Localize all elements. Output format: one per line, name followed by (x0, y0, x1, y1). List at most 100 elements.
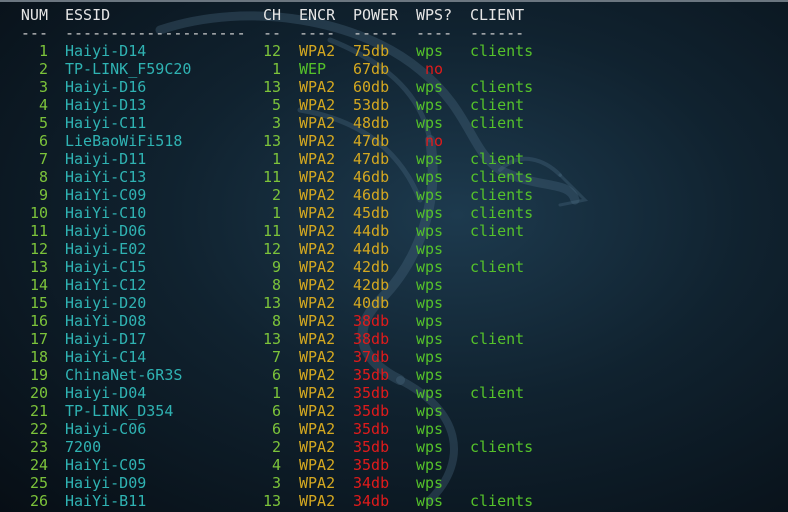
row-encr: WPA2 (299, 168, 336, 186)
row-encr: WPA2 (299, 402, 336, 420)
row-num: 6 (38, 132, 48, 150)
row-wps: wps (416, 492, 444, 510)
row-essid: Haiyi-D17 (65, 330, 147, 348)
row-ch: 7 (271, 348, 281, 366)
row-encr: WPA2 (299, 492, 336, 510)
row-essid: HaiYi-C14 (65, 348, 147, 366)
row-encr: WPA2 (299, 96, 336, 114)
table-row: 11 Haiyi-D06 11 WPA2 44db wps client (0, 222, 788, 240)
row-client: client (470, 96, 525, 114)
row-power: 35db (353, 402, 390, 420)
row-wps: wps (416, 384, 444, 402)
table-row: 23 7200 2 WPA2 35db wps clients (0, 438, 788, 456)
row-num: 2 (38, 60, 48, 78)
row-power: 46db (353, 168, 390, 186)
table-row: 12 Haiyi-E02 12 WPA2 44db wps (0, 240, 788, 258)
table-row: 19 ChinaNet-6R3S 6 WPA2 35db wps (0, 366, 788, 384)
table-row: 8 HaiYi-C13 11 WPA2 46db wps clients (0, 168, 788, 186)
separator-power: ----- (353, 24, 399, 42)
table-row: 4 Haiyi-D13 5 WPA2 53db wps client (0, 96, 788, 114)
separator-ch: -- (262, 24, 281, 42)
row-num: 23 (29, 438, 48, 456)
row-encr: WPA2 (299, 474, 336, 492)
row-ch: 6 (271, 420, 281, 438)
row-wps: wps (416, 78, 444, 96)
row-power: 60db (353, 78, 390, 96)
row-wps: wps (416, 330, 444, 348)
row-power: 67db (353, 60, 390, 78)
row-ch: 1 (271, 384, 281, 402)
table-row: 9 HaiYi-C09 2 WPA2 46db wps clients (0, 186, 788, 204)
row-encr: WPA2 (299, 78, 336, 96)
header-ch: CH (262, 6, 281, 24)
row-wps: wps (416, 96, 444, 114)
row-num: 8 (38, 168, 48, 186)
row-essid: Haiyi-E02 (65, 240, 147, 258)
row-num: 10 (29, 204, 48, 222)
row-power: 35db (353, 420, 390, 438)
table-row: 14 HaiYi-C12 8 WPA2 42db wps (0, 276, 788, 294)
row-encr: WPA2 (299, 186, 336, 204)
row-power: 35db (353, 384, 390, 402)
row-wps: wps (416, 438, 444, 456)
row-wps: wps (416, 240, 444, 258)
row-power: 46db (353, 186, 390, 204)
row-encr: WPA2 (299, 330, 336, 348)
row-encr: WPA2 (299, 312, 336, 330)
table-row: 5 Haiyi-C11 3 WPA2 48db wps client (0, 114, 788, 132)
row-ch: 13 (262, 132, 281, 150)
row-num: 7 (38, 150, 48, 168)
row-essid: 7200 (65, 438, 102, 456)
row-encr: WPA2 (299, 456, 336, 474)
row-ch: 2 (271, 438, 281, 456)
separator-client: ------ (470, 24, 525, 42)
row-encr: WPA2 (299, 222, 336, 240)
row-num: 14 (29, 276, 48, 294)
row-encr: WPA2 (299, 150, 336, 168)
row-essid: Haiyi-C06 (65, 420, 147, 438)
table-row: 22 Haiyi-C06 6 WPA2 35db wps (0, 420, 788, 438)
row-wps: wps (416, 222, 444, 240)
row-num: 18 (29, 348, 48, 366)
row-ch: 9 (271, 258, 281, 276)
row-essid: HaiYi-C05 (65, 456, 147, 474)
row-ch: 13 (262, 330, 281, 348)
row-client: client (470, 384, 525, 402)
row-essid: LieBaoWiFi518 (65, 132, 183, 150)
row-power: 35db (353, 456, 390, 474)
row-encr: WPA2 (299, 366, 336, 384)
row-num: 16 (29, 312, 48, 330)
row-wps: wps (416, 114, 444, 132)
table-row: 20 Haiyi-D04 1 WPA2 35db wps client (0, 384, 788, 402)
row-ch: 6 (271, 402, 281, 420)
row-power: 38db (353, 330, 390, 348)
row-essid: ChinaNet-6R3S (65, 366, 183, 384)
row-power: 40db (353, 294, 390, 312)
row-power: 38db (353, 312, 390, 330)
row-client: client (470, 222, 525, 240)
row-essid: Haiyi-C11 (65, 114, 147, 132)
row-wps: wps (416, 402, 444, 420)
header-power: POWER (353, 6, 399, 24)
header-num: NUM (20, 6, 48, 24)
row-ch: 6 (271, 366, 281, 384)
row-power: 45db (353, 204, 390, 222)
row-ch: 5 (271, 96, 281, 114)
row-ch: 3 (271, 114, 281, 132)
header-essid: ESSID (65, 6, 111, 24)
row-encr: WPA2 (299, 240, 336, 258)
row-essid: Haiyi-D06 (65, 222, 147, 240)
header-encr: ENCR (299, 6, 336, 24)
table-row: 21 TP-LINK_D354 6 WPA2 35db wps (0, 402, 788, 420)
row-ch: 2 (271, 186, 281, 204)
row-encr: WPA2 (299, 348, 336, 366)
row-power: 75db (353, 42, 390, 60)
network-list: 1 Haiyi-D14 12 WPA2 75db wps clients 2 TP-LINK_F… (0, 42, 788, 510)
row-wps: wps (416, 456, 444, 474)
row-num: 11 (29, 222, 48, 240)
row-encr: WPA2 (299, 114, 336, 132)
row-ch: 1 (271, 150, 281, 168)
row-num: 22 (29, 420, 48, 438)
row-client: client (470, 258, 525, 276)
row-power: 42db (353, 276, 390, 294)
